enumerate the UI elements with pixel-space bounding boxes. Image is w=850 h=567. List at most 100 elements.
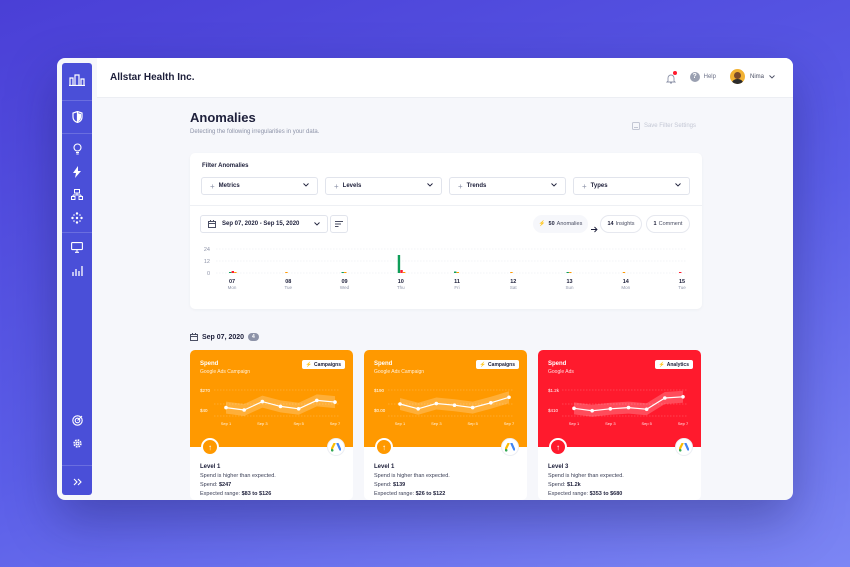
user-name[interactable]: Nima <box>750 74 764 80</box>
timeline-bar[interactable] <box>456 272 459 273</box>
spark-x-label: Sep 1 <box>221 421 232 426</box>
anomaly-card[interactable]: Spend Google Ads ⚡ Analytics $1.2k $410 Sep… <box>538 350 701 500</box>
metrics-label: Metrics <box>218 183 240 189</box>
nodes-icon[interactable] <box>62 206 92 229</box>
anomalies-pill[interactable]: ⚡ 50 Anomalies <box>533 215 588 233</box>
spark-point[interactable] <box>663 396 667 400</box>
spark-point[interactable] <box>626 405 631 410</box>
card-description: Spend is higher than expected. <box>200 473 276 479</box>
spark-point[interactable] <box>489 401 493 405</box>
spark-point[interactable] <box>608 407 613 411</box>
timeline-bar[interactable] <box>400 270 403 273</box>
types-label: Types <box>590 183 608 189</box>
comment-label: Comment <box>658 221 683 227</box>
sidebar-divider <box>62 465 92 466</box>
chevron-down-icon <box>314 222 320 226</box>
trends-dropdown[interactable]: + Trends <box>449 177 566 195</box>
bar-chart-icon[interactable] <box>62 259 92 282</box>
spark-point[interactable] <box>224 405 228 410</box>
avatar[interactable] <box>729 69 745 84</box>
timeline-bar[interactable] <box>397 255 401 273</box>
spark-point[interactable] <box>333 400 337 404</box>
levels-dropdown[interactable]: + Levels <box>325 177 442 195</box>
insights-count: 14 <box>607 221 614 227</box>
timeline-bar[interactable] <box>679 272 682 273</box>
timeline-bar[interactable] <box>285 272 288 273</box>
timeline-bar[interactable] <box>622 272 626 273</box>
level-up-icon: ↑ <box>375 438 393 456</box>
levels-label: Levels <box>342 183 362 189</box>
timeline-bar[interactable] <box>344 272 347 273</box>
timeline-bar[interactable] <box>402 272 406 273</box>
anomalies-label: Anomalies <box>556 221 583 227</box>
double-chevron-right-icon[interactable] <box>62 469 92 495</box>
spark-point[interactable] <box>681 395 685 399</box>
sidebar-divider <box>62 232 92 233</box>
metrics-dropdown[interactable]: + Metrics <box>201 177 318 195</box>
timeline-bar[interactable] <box>229 272 232 273</box>
settings-icon[interactable] <box>62 432 92 455</box>
card-spend: Spend: $139 <box>374 482 406 488</box>
help-link[interactable]: Help <box>704 74 716 80</box>
bell-icon[interactable] <box>665 71 677 84</box>
chevron-down-icon <box>303 183 309 189</box>
spark-point[interactable] <box>242 408 246 412</box>
timeline-bar[interactable] <box>341 272 344 273</box>
save-filter-button[interactable]: Save Filter Settings <box>631 122 696 130</box>
calendar-icon <box>190 333 198 341</box>
card-spend: Spend: $247 <box>200 482 232 488</box>
x-tick-weekday: Wed <box>340 285 350 290</box>
google-ads-icon <box>675 438 693 456</box>
plus-icon: + <box>582 181 587 191</box>
date-range-picker[interactable]: Sep 07, 2020 - Sep 15, 2020 <box>200 215 328 233</box>
spark-point[interactable] <box>315 398 319 403</box>
comment-count: 1 <box>653 221 657 227</box>
spark-point[interactable] <box>434 401 439 406</box>
timeline-bar[interactable] <box>234 272 237 273</box>
google-ads-icon <box>501 438 519 456</box>
timeline-bar[interactable] <box>510 272 513 273</box>
bolt-icon[interactable] <box>62 160 92 183</box>
expected-range-band <box>400 391 509 415</box>
timeline-bar[interactable] <box>454 271 457 274</box>
target-icon[interactable] <box>62 409 92 432</box>
day-section-date: Sep 07, 2020 <box>202 333 245 341</box>
spark-point[interactable] <box>470 405 475 410</box>
shield-icon[interactable] <box>62 104 92 130</box>
spark-point[interactable] <box>278 404 283 409</box>
insights-pill[interactable]: 14 Insights <box>600 215 642 233</box>
spark-point[interactable] <box>590 408 594 413</box>
spark-point[interactable] <box>572 406 576 411</box>
org-chart-icon[interactable] <box>62 183 92 206</box>
anomaly-card[interactable]: Spend Google Ads Campaign ⚡ Campaigns $19… <box>364 350 527 500</box>
timeline-bar[interactable] <box>231 271 234 273</box>
timeline-bar[interactable] <box>566 272 569 273</box>
types-dropdown[interactable]: + Types <box>573 177 690 195</box>
spark-point[interactable] <box>398 402 402 406</box>
spark-point[interactable] <box>644 407 649 412</box>
monitor-icon[interactable] <box>62 236 92 259</box>
day-section-header: Sep 07, 2020 4 <box>190 333 259 341</box>
trends-label: Trends <box>466 183 487 189</box>
day-section-count: 4 <box>248 333 259 341</box>
spark-point[interactable] <box>296 407 301 411</box>
x-tick-weekday: Sat <box>510 285 518 290</box>
card-level: Level 1 <box>200 464 221 470</box>
spark-point[interactable] <box>507 395 511 400</box>
spark-y-label: $0.00 <box>374 408 386 413</box>
spark-point[interactable] <box>452 403 457 407</box>
filter-panel: Filter Anomalies + Metrics + Levels + Tr… <box>190 153 702 309</box>
spark-point[interactable] <box>416 407 420 411</box>
anomaly-timeline-chart: 2412007Mon08Tue09Wed10Thu11Fri12Sat13Sun… <box>204 247 686 290</box>
timeline-bar[interactable] <box>569 272 572 273</box>
card-body: Level 3 Spend is higher than expected. S… <box>548 463 624 499</box>
comment-pill[interactable]: 1 Comment <box>646 215 690 233</box>
lightbulb-icon[interactable] <box>62 137 92 160</box>
main-content: Anomalies Detecting the following irregu… <box>190 110 702 500</box>
anomaly-card[interactable]: Spend Google Ads Campaign ⚡ Campaigns $27… <box>190 350 353 500</box>
help-icon[interactable]: ? <box>689 71 700 82</box>
building-chart-icon[interactable] <box>62 63 92 97</box>
chevron-down-icon[interactable] <box>769 74 775 79</box>
sort-button[interactable] <box>330 215 348 233</box>
spark-point[interactable] <box>260 399 265 404</box>
